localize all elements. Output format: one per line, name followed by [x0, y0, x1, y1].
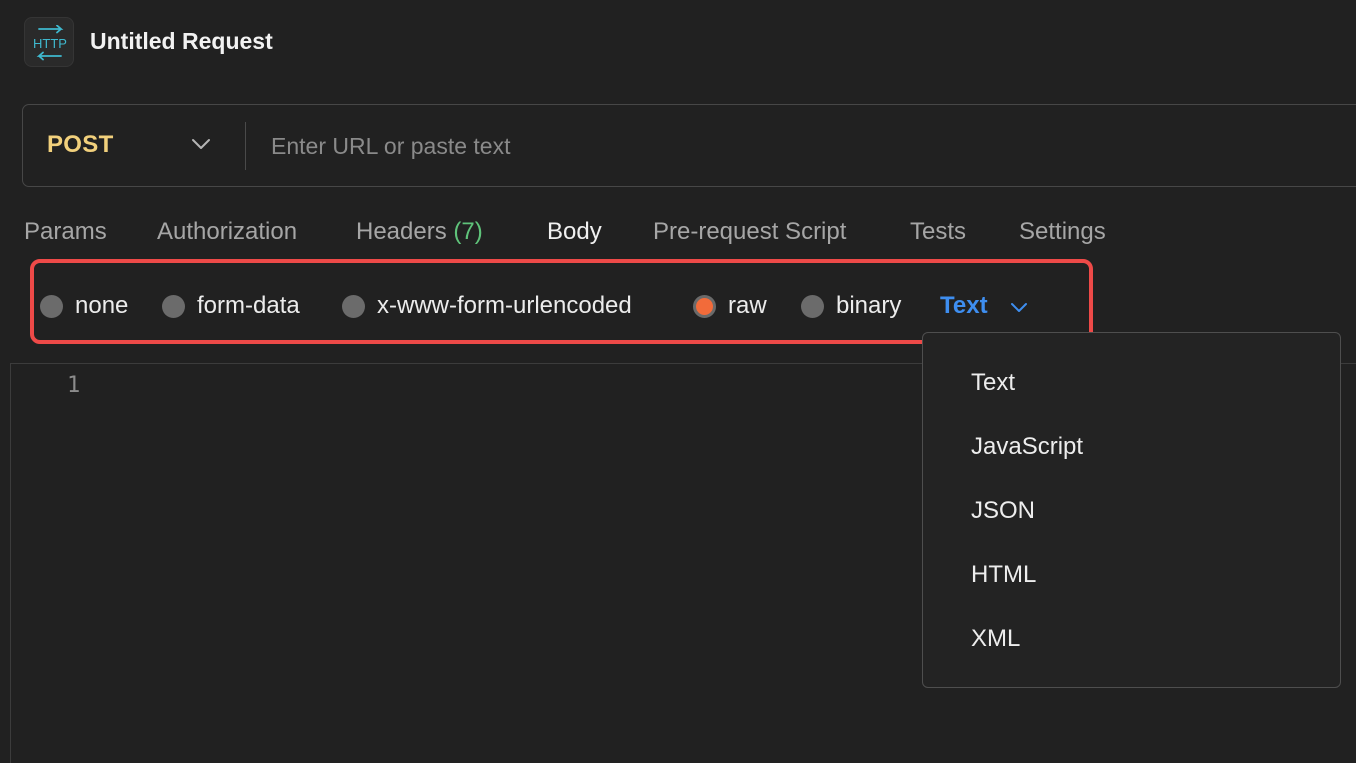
body-type-raw[interactable]: raw: [693, 291, 767, 321]
tab-pre-request-script[interactable]: Pre-request Script: [653, 218, 846, 246]
radio-icon[interactable]: [40, 294, 63, 318]
chevron-down-icon[interactable]: [191, 138, 211, 150]
language-selected-label: Text: [940, 292, 988, 319]
body-type-form-data[interactable]: form-data: [162, 291, 300, 321]
body-type-label: binary: [836, 292, 902, 319]
url-bar: POST: [22, 104, 1356, 187]
http-icon: HTTP: [24, 17, 74, 67]
tab-tests[interactable]: Tests: [910, 218, 966, 246]
menu-item-json[interactable]: JSON: [971, 497, 1035, 525]
headers-count-badge: (7): [453, 218, 483, 245]
language-dropdown-menu: Text JavaScript JSON HTML XML: [922, 332, 1341, 688]
menu-item-javascript[interactable]: JavaScript: [971, 433, 1083, 461]
body-type-label: form-data: [197, 292, 300, 319]
chevron-down-icon[interactable]: [1010, 302, 1028, 313]
url-input[interactable]: [269, 127, 1173, 165]
method-select[interactable]: POST: [47, 131, 114, 159]
body-type-binary[interactable]: binary: [801, 291, 901, 321]
tab-headers-label: Headers: [356, 218, 447, 245]
request-header: HTTP Untitled Request: [0, 0, 1356, 90]
body-type-label: raw: [728, 292, 767, 319]
tab-params[interactable]: Params: [24, 218, 107, 246]
radio-checked-icon[interactable]: [693, 294, 716, 318]
tab-body[interactable]: Body: [547, 218, 602, 246]
menu-item-xml[interactable]: XML: [971, 625, 1020, 653]
radio-icon[interactable]: [162, 294, 185, 318]
tab-authorization[interactable]: Authorization: [157, 218, 297, 246]
body-type-label: x-www-form-urlencoded: [377, 292, 632, 319]
menu-item-text[interactable]: Text: [971, 369, 1015, 397]
request-title[interactable]: Untitled Request: [90, 28, 273, 55]
radio-icon[interactable]: [801, 294, 824, 318]
menu-item-html[interactable]: HTML: [971, 561, 1036, 589]
language-select[interactable]: Text: [940, 291, 1028, 321]
body-type-label: none: [75, 292, 129, 319]
line-number: 1: [67, 373, 81, 398]
svg-text:HTTP: HTTP: [33, 36, 67, 51]
body-type-x-www-form-urlencoded[interactable]: x-www-form-urlencoded: [342, 291, 632, 321]
request-tabs: Params Authorization Headers (7) Body Pr…: [0, 214, 1356, 254]
radio-icon[interactable]: [342, 294, 365, 318]
body-type-none[interactable]: none: [40, 291, 128, 321]
tab-settings[interactable]: Settings: [1019, 218, 1106, 246]
divider: [245, 122, 246, 170]
tab-headers[interactable]: Headers (7): [356, 218, 483, 246]
